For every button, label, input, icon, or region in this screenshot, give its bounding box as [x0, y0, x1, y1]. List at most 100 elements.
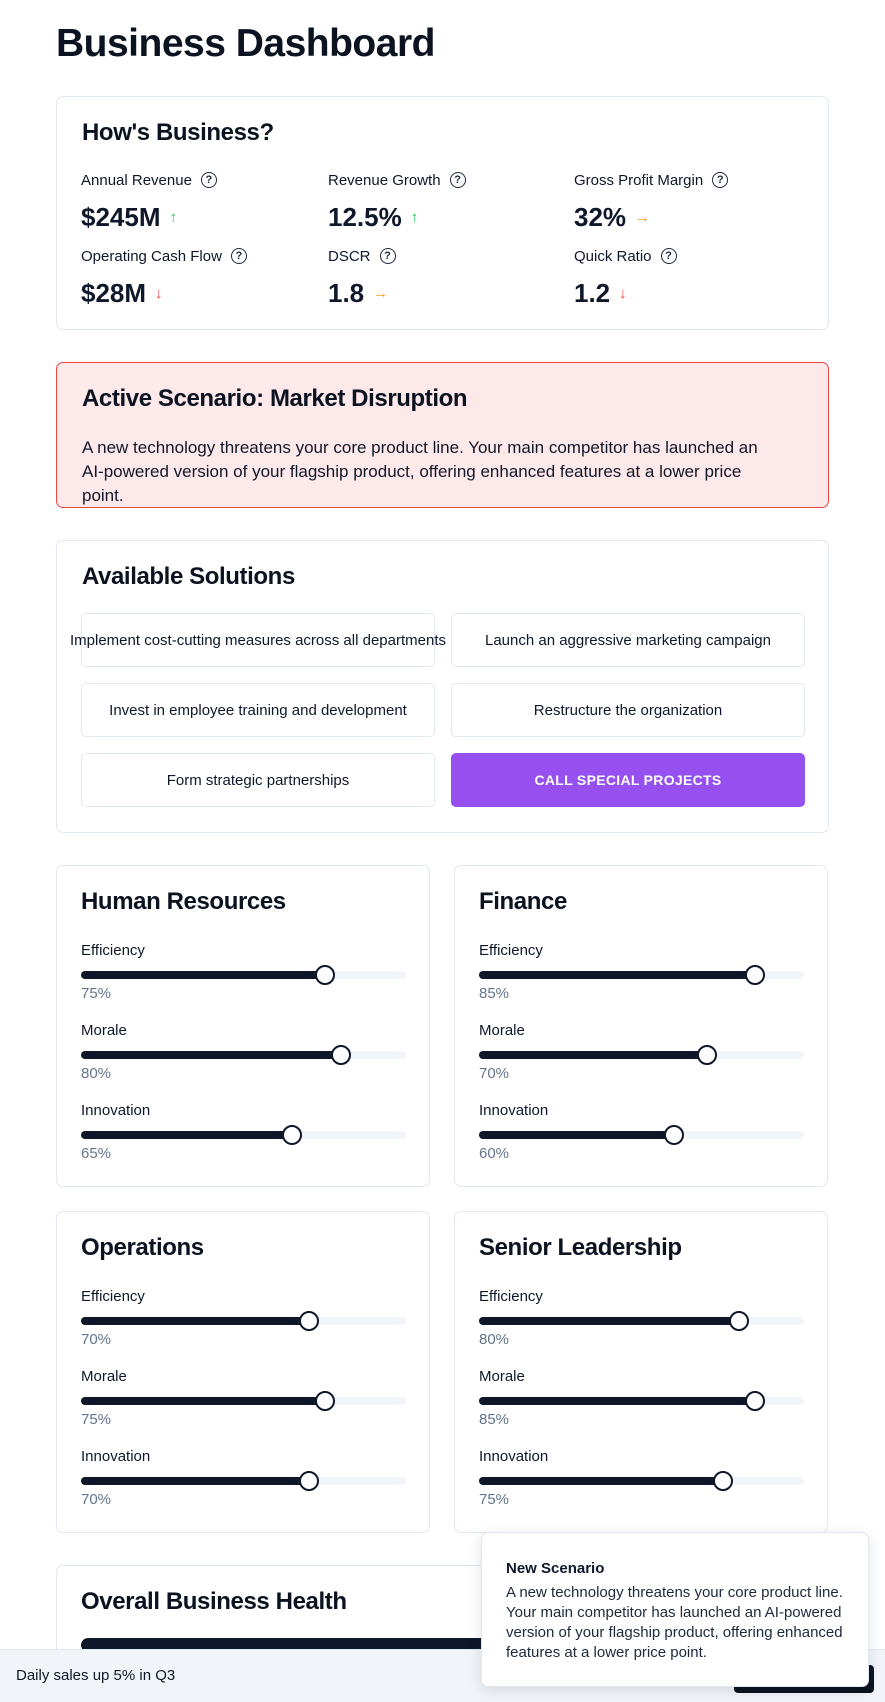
scenario-description: A new technology threatens your core pro… — [82, 438, 758, 505]
slider-thumb[interactable] — [745, 1391, 766, 1411]
help-circle-icon[interactable]: ? — [712, 172, 729, 188]
solution-button-partnerships[interactable]: Form strategic partnerships — [81, 753, 435, 807]
slider-thumb[interactable] — [282, 1125, 303, 1145]
stat-value: 85% — [479, 985, 510, 1002]
metric-dscr: DSCR? 1.8 → — [328, 246, 568, 309]
solutions-title: Available Solutions — [82, 563, 295, 590]
metric-gross-profit-margin: Gross Profit Margin? 32% → — [574, 170, 814, 233]
stat-slider[interactable] — [81, 1045, 406, 1065]
metric-value-text: 32% — [574, 202, 627, 232]
department-card-finance: Finance Efficiency 85% Morale 70% Innovation 6… — [454, 865, 828, 1187]
toast-body: A new technology threatens your core pro… — [506, 1584, 843, 1661]
metric-label: DSCR? — [328, 246, 568, 266]
stat-label: Innovation — [479, 1102, 549, 1119]
slider-thumb[interactable] — [298, 1471, 319, 1491]
slider-thumb[interactable] — [314, 965, 335, 985]
stat-slider[interactable] — [81, 1391, 406, 1411]
metric-label: Operating Cash Flow? — [81, 246, 321, 266]
stat-efficiency: Efficiency 85% — [479, 942, 804, 1002]
stat-slider[interactable] — [81, 1125, 406, 1145]
metric-label-text: Quick Ratio — [574, 247, 652, 265]
slider-thumb[interactable] — [331, 1045, 351, 1065]
stat-value: 75% — [81, 1411, 112, 1428]
metrics-card: How's Business? Annual Revenue? $245M ↑ Rev… — [56, 96, 829, 330]
solution-button-marketing[interactable]: Launch an aggressive marketing campaign — [451, 613, 805, 667]
metric-value-text: $245M — [81, 202, 161, 232]
stat-efficiency: Efficiency 80% — [479, 1288, 804, 1348]
page-title: Business Dashboard — [56, 22, 435, 65]
metric-value: 12.5% ↑ — [328, 202, 568, 233]
stat-label: Innovation — [81, 1448, 151, 1465]
stat-value: 70% — [81, 1491, 112, 1508]
stat-slider[interactable] — [479, 1045, 804, 1065]
department-card-senior-leadership: Senior Leadership Efficiency 80% Morale 85% I… — [454, 1211, 828, 1533]
slider-fill — [81, 1477, 309, 1485]
metric-value-text: 1.2 — [574, 278, 611, 308]
stat-value: 70% — [479, 1065, 510, 1082]
stat-slider[interactable] — [479, 1125, 804, 1145]
metric-label: Quick Ratio? — [574, 246, 814, 266]
help-circle-icon[interactable]: ? — [660, 248, 677, 264]
slider-fill — [479, 1397, 756, 1405]
metric-value-text: 1.8 — [328, 278, 365, 308]
help-circle-icon[interactable]: ? — [379, 248, 396, 264]
stat-innovation: Innovation 75% — [479, 1448, 804, 1508]
stat-label: Innovation — [479, 1448, 549, 1465]
stat-label: Morale — [479, 1022, 525, 1039]
stat-slider[interactable] — [81, 1471, 406, 1491]
department-title: Operations — [81, 1234, 204, 1261]
active-scenario-card: Active Scenario: Market Disruption A new… — [56, 362, 829, 508]
stat-value: 75% — [81, 985, 112, 1002]
trend-up-icon: ↑ — [410, 209, 419, 226]
stat-slider[interactable] — [81, 1311, 406, 1331]
help-circle-icon[interactable]: ? — [200, 172, 217, 188]
solutions-card: Available Solutions Implement cost-cutti… — [56, 540, 829, 833]
slider-fill — [479, 971, 756, 979]
help-circle-icon[interactable]: ? — [449, 172, 466, 188]
metrics-title: How's Business? — [82, 119, 274, 146]
stat-label: Efficiency — [479, 1288, 543, 1305]
stat-value: 70% — [81, 1331, 112, 1348]
metric-label-text: DSCR — [328, 247, 371, 265]
slider-thumb[interactable] — [729, 1311, 749, 1331]
scenario-title: Active Scenario: Market Disruption — [82, 385, 468, 412]
trend-up-icon: ↑ — [169, 209, 178, 226]
new-scenario-toast[interactable]: New Scenario A new technology threatens … — [481, 1532, 869, 1687]
solution-button-restructure[interactable]: Restructure the organization — [451, 683, 805, 737]
stat-value: 65% — [81, 1145, 112, 1162]
stat-efficiency: Efficiency 75% — [81, 942, 406, 1002]
stat-innovation: Innovation 65% — [81, 1102, 406, 1162]
stat-label: Efficiency — [81, 1288, 145, 1305]
slider-thumb[interactable] — [696, 1045, 717, 1065]
solution-button-training[interactable]: Invest in employee training and developm… — [81, 683, 435, 737]
metric-value: 1.8 → — [328, 278, 568, 309]
slider-fill — [81, 1131, 293, 1139]
stat-slider[interactable] — [81, 965, 406, 985]
stat-value: 80% — [479, 1331, 510, 1348]
stat-morale: Morale 75% — [81, 1368, 406, 1428]
slider-thumb[interactable] — [745, 965, 766, 985]
slider-thumb[interactable] — [298, 1311, 319, 1331]
stat-label: Morale — [81, 1368, 127, 1385]
stat-morale: Morale 85% — [479, 1368, 804, 1428]
help-circle-icon[interactable]: ? — [230, 248, 247, 264]
slider-thumb[interactable] — [314, 1391, 335, 1411]
stat-innovation: Innovation 60% — [479, 1102, 804, 1162]
slider-fill — [479, 1131, 674, 1139]
call-special-projects-button[interactable]: CALL SPECIAL PROJECTS — [451, 753, 805, 807]
department-title: Human Resources — [81, 888, 286, 915]
metric-label-text: Annual Revenue — [81, 171, 192, 189]
stat-slider[interactable] — [479, 1311, 804, 1331]
department-card-human-resources: Human Resources Efficiency 75% Morale 80% Inn… — [56, 865, 430, 1187]
metric-value: $28M ↓ — [81, 278, 321, 309]
slider-thumb[interactable] — [664, 1125, 684, 1145]
stat-slider[interactable] — [479, 965, 804, 985]
stat-slider[interactable] — [479, 1471, 804, 1491]
stat-innovation: Innovation 70% — [81, 1448, 406, 1508]
trend-down-icon: ↓ — [155, 285, 163, 302]
metric-operating-cash-flow: Operating Cash Flow? $28M ↓ — [81, 246, 321, 309]
solution-button-cost-cutting[interactable]: Implement cost-cutting measures across a… — [70, 613, 446, 667]
metric-label: Gross Profit Margin? — [574, 170, 814, 190]
slider-thumb[interactable] — [712, 1471, 733, 1491]
stat-slider[interactable] — [479, 1391, 804, 1411]
